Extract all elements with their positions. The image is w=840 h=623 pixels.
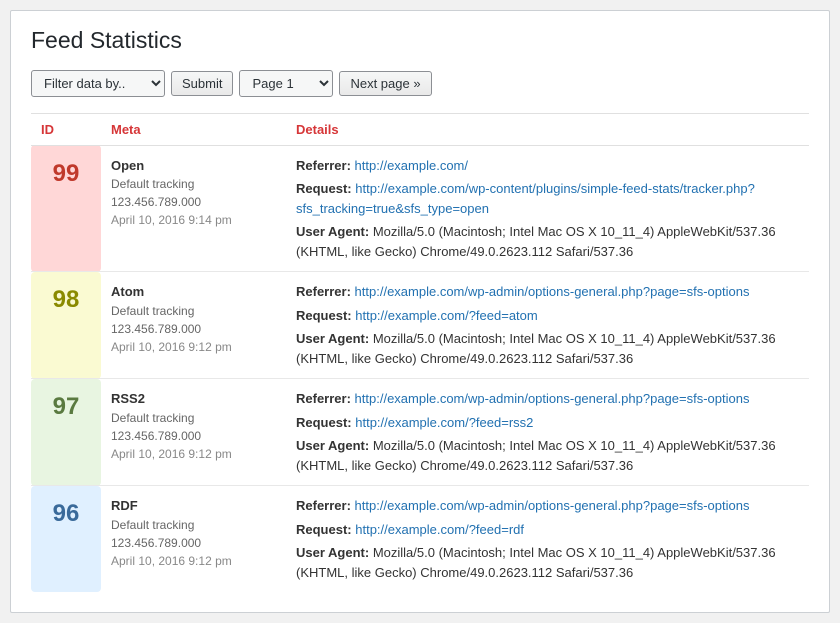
- table-row: 98 Atom Default tracking 123.456.789.000…: [31, 272, 809, 379]
- row-id: 96: [31, 486, 101, 593]
- useragent-label: User Agent:: [296, 331, 369, 346]
- row-details: Referrer: http://example.com/ Request: h…: [286, 145, 809, 272]
- referrer-line: Referrer: http://example.com/wp-admin/op…: [296, 282, 799, 302]
- request-label: Request:: [296, 308, 352, 323]
- referrer-link[interactable]: http://example.com/wp-admin/options-gene…: [355, 284, 750, 299]
- row-id: 97: [31, 379, 101, 486]
- main-panel: Feed Statistics Filter data by.. Submit …: [10, 10, 830, 613]
- col-header-id: ID: [31, 113, 101, 145]
- request-label: Request:: [296, 415, 352, 430]
- referrer-line: Referrer: http://example.com/wp-admin/op…: [296, 496, 799, 516]
- referrer-link[interactable]: http://example.com/: [355, 158, 468, 173]
- request-line: Request: http://example.com/?feed=rdf: [296, 520, 799, 540]
- meta-type: Open: [111, 156, 276, 176]
- toolbar: Filter data by.. Submit Page 1 Page 2 Ne…: [31, 70, 809, 97]
- request-line: Request: http://example.com/?feed=atom: [296, 306, 799, 326]
- col-header-details: Details: [286, 113, 809, 145]
- useragent-label: User Agent:: [296, 224, 369, 239]
- meta-type: Atom: [111, 282, 276, 302]
- row-meta: RDF Default tracking 123.456.789.000 Apr…: [101, 486, 286, 593]
- referrer-line: Referrer: http://example.com/: [296, 156, 799, 176]
- row-details: Referrer: http://example.com/wp-admin/op…: [286, 486, 809, 593]
- useragent-line: User Agent: Mozilla/5.0 (Macintosh; Inte…: [296, 329, 799, 368]
- next-page-button[interactable]: Next page »: [339, 71, 431, 96]
- meta-type: RDF: [111, 496, 276, 516]
- useragent-line: User Agent: Mozilla/5.0 (Macintosh; Inte…: [296, 543, 799, 582]
- meta-type: RSS2: [111, 389, 276, 409]
- useragent-line: User Agent: Mozilla/5.0 (Macintosh; Inte…: [296, 222, 799, 261]
- meta-ip: 123.456.789.000: [111, 427, 276, 445]
- submit-button[interactable]: Submit: [171, 71, 233, 96]
- meta-date: April 10, 2016 9:14 pm: [111, 211, 276, 229]
- request-link[interactable]: http://example.com/?feed=atom: [355, 308, 537, 323]
- request-link[interactable]: http://example.com/?feed=rss2: [355, 415, 533, 430]
- useragent-label: User Agent:: [296, 438, 369, 453]
- row-meta: Open Default tracking 123.456.789.000 Ap…: [101, 145, 286, 272]
- request-label: Request:: [296, 181, 352, 196]
- referrer-line: Referrer: http://example.com/wp-admin/op…: [296, 389, 799, 409]
- referrer-label: Referrer:: [296, 158, 351, 173]
- filter-select[interactable]: Filter data by..: [31, 70, 165, 97]
- referrer-link[interactable]: http://example.com/wp-admin/options-gene…: [355, 498, 750, 513]
- table-header-row: ID Meta Details: [31, 113, 809, 145]
- table-row: 99 Open Default tracking 123.456.789.000…: [31, 145, 809, 272]
- table-row: 96 RDF Default tracking 123.456.789.000 …: [31, 486, 809, 593]
- meta-date: April 10, 2016 9:12 pm: [111, 552, 276, 570]
- referrer-label: Referrer:: [296, 498, 351, 513]
- useragent-label: User Agent:: [296, 545, 369, 560]
- referrer-link[interactable]: http://example.com/wp-admin/options-gene…: [355, 391, 750, 406]
- table-row: 97 RSS2 Default tracking 123.456.789.000…: [31, 379, 809, 486]
- request-line: Request: http://example.com/wp-content/p…: [296, 179, 799, 218]
- meta-tracking: Default tracking: [111, 302, 276, 320]
- row-details: Referrer: http://example.com/wp-admin/op…: [286, 379, 809, 486]
- meta-ip: 123.456.789.000: [111, 193, 276, 211]
- col-header-meta: Meta: [101, 113, 286, 145]
- page-title: Feed Statistics: [31, 26, 809, 56]
- meta-tracking: Default tracking: [111, 175, 276, 193]
- referrer-label: Referrer:: [296, 284, 351, 299]
- meta-tracking: Default tracking: [111, 516, 276, 534]
- data-table: ID Meta Details 99 Open Default tracking…: [31, 113, 809, 593]
- useragent-line: User Agent: Mozilla/5.0 (Macintosh; Inte…: [296, 436, 799, 475]
- row-id: 99: [31, 145, 101, 272]
- page-select[interactable]: Page 1 Page 2: [239, 70, 333, 97]
- request-link[interactable]: http://example.com/wp-content/plugins/si…: [296, 181, 755, 216]
- meta-ip: 123.456.789.000: [111, 534, 276, 552]
- meta-date: April 10, 2016 9:12 pm: [111, 445, 276, 463]
- meta-tracking: Default tracking: [111, 409, 276, 427]
- request-link[interactable]: http://example.com/?feed=rdf: [355, 522, 524, 537]
- meta-ip: 123.456.789.000: [111, 320, 276, 338]
- meta-date: April 10, 2016 9:12 pm: [111, 338, 276, 356]
- request-line: Request: http://example.com/?feed=rss2: [296, 413, 799, 433]
- row-meta: Atom Default tracking 123.456.789.000 Ap…: [101, 272, 286, 379]
- row-details: Referrer: http://example.com/wp-admin/op…: [286, 272, 809, 379]
- row-meta: RSS2 Default tracking 123.456.789.000 Ap…: [101, 379, 286, 486]
- request-label: Request:: [296, 522, 352, 537]
- row-id: 98: [31, 272, 101, 379]
- referrer-label: Referrer:: [296, 391, 351, 406]
